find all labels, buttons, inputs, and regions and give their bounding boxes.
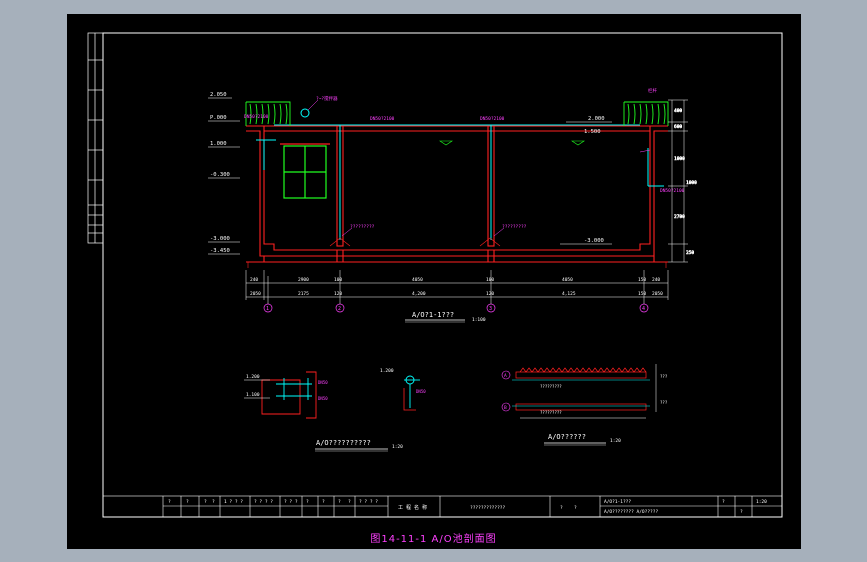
diffuser-label-2: ????????? <box>502 224 527 230</box>
dim2-0: 2050 <box>250 291 261 297</box>
tb-cell-6: ? ? ? <box>284 499 298 505</box>
elev-right-3: -3.000 <box>584 238 604 244</box>
detail1-label-1: 1.200 <box>246 374 260 380</box>
tb-cell-11: ? ? ? ? <box>359 499 378 505</box>
detail3-circle-b: B <box>504 405 507 411</box>
tb-cell-9: ? <box>338 499 341 505</box>
tb-cell-10: ? <box>348 499 351 505</box>
tb-drawing-name-2: A/O???????? A/O????? <box>604 509 658 515</box>
detail3-label-4: ??? <box>660 400 668 405</box>
tb-cell-5: ? ? ? ? <box>254 499 273 505</box>
dim2-4: 120 <box>486 291 494 297</box>
axis-1: 1 <box>266 306 269 312</box>
dim1-0: 240 <box>250 277 258 283</box>
elev-left-4: -0.300 <box>210 172 230 178</box>
dim2-5: 4,125 <box>562 291 576 297</box>
tb-sheet-2: 1:20 <box>756 499 767 505</box>
detail1-title: A/O?????????? <box>316 439 371 447</box>
tb-sheet-4: ? <box>740 509 743 515</box>
tb-sheet-3: ? <box>722 499 725 505</box>
detail1-label-3: DN50 <box>318 380 328 385</box>
detail2-label-2: DN50 <box>416 389 426 394</box>
section-scale: 1:100 <box>472 317 486 323</box>
elev-left-2: P.000 <box>210 115 227 121</box>
elev-left-3: 1.000 <box>210 141 227 147</box>
right-dim-4: 2700 <box>674 214 685 220</box>
detail3-label-1: ????????? <box>540 384 562 389</box>
pipe-label-3: DN50?2100 <box>480 116 505 122</box>
pipe-label-4: DN50?2100 <box>660 188 685 194</box>
tb-project: 工 程 名 称 <box>398 504 427 511</box>
tb-cell-4: 1 ? ? ? <box>224 499 243 505</box>
axis-3: 3 <box>489 306 492 312</box>
blower-label: ?~?搅拌器 <box>316 95 338 102</box>
tb-cell-2: ? <box>204 499 207 505</box>
right-dim-1: 400 <box>674 108 682 114</box>
right-dim-5: 1000 <box>686 180 697 186</box>
axis-4: 4 <box>642 306 645 312</box>
tb-cell-1: ? <box>186 499 189 505</box>
detail3-label-3: ??? <box>660 374 668 379</box>
detail2-label-1: 1.200 <box>380 368 394 374</box>
elev-left-6: -3.450 <box>210 248 230 254</box>
pipe-label-2: DN50?2100 <box>370 116 395 122</box>
elev-right-1: 2.000 <box>588 116 605 122</box>
detail1-label-2: 1.100 <box>246 392 260 398</box>
dim1-4: 100 <box>486 277 494 283</box>
dim2-7: 2050 <box>652 291 663 297</box>
elev-right-2: 1.500 <box>584 129 601 135</box>
dim1-3: 4050 <box>412 277 423 283</box>
detail1-scale: 1:20 <box>392 444 403 450</box>
detail3-label-2: ????????? <box>540 410 562 415</box>
dim1-6: 150 <box>638 277 646 283</box>
right-dim-2: 600 <box>674 124 682 130</box>
detail3-title: A/O?????? <box>548 433 586 441</box>
elev-left-5: -3.000 <box>210 236 230 242</box>
tb-sheet-1: ? <box>574 505 577 511</box>
dim1-2: 100 <box>334 277 342 283</box>
figure-caption: 图14-11-1 A/O池剖面图 <box>370 534 497 545</box>
tb-drawing-name-1: A/O?1-1??? <box>604 499 631 505</box>
detail3-circle-a: A <box>504 373 507 379</box>
tb-cell-8: ? <box>322 499 325 505</box>
dim2-6: 150 <box>638 291 646 297</box>
detail3-scale: 1:20 <box>610 438 621 444</box>
pipe-label-1: DN50?2100 <box>244 114 269 120</box>
elev-left-1: 2.050 <box>210 92 227 98</box>
cad-drawing: 2.050 P.000 1.000 -0.300 -3.000 -3.450 D… <box>67 14 801 549</box>
dim1-1: 2900 <box>298 277 309 283</box>
dim2-3: 4,200 <box>412 291 426 297</box>
model-space-frame <box>67 14 801 549</box>
right-dim-6: 250 <box>686 250 694 256</box>
tb-cell-3: ? <box>212 499 215 505</box>
tb-cell-7: ? <box>306 499 309 505</box>
rail-label: 栏杆 <box>648 87 657 94</box>
section-title: A/O?1-1??? <box>412 311 454 319</box>
diffuser-label-1: ????????? <box>350 224 375 230</box>
detail1-label-4: DN50 <box>318 396 328 401</box>
right-dim-3: 1000 <box>674 156 685 162</box>
tb-project-name: ????????????? <box>470 505 506 511</box>
dim2-2: 120 <box>334 291 342 297</box>
dim1-5: 4050 <box>562 277 573 283</box>
tb-cell-0: ? <box>168 499 171 505</box>
axis-2: 2 <box>338 306 341 312</box>
dim2-1: 2175 <box>298 291 309 297</box>
tb-sheet-0: ? <box>560 505 563 511</box>
dim1-7: 240 <box>652 277 660 283</box>
